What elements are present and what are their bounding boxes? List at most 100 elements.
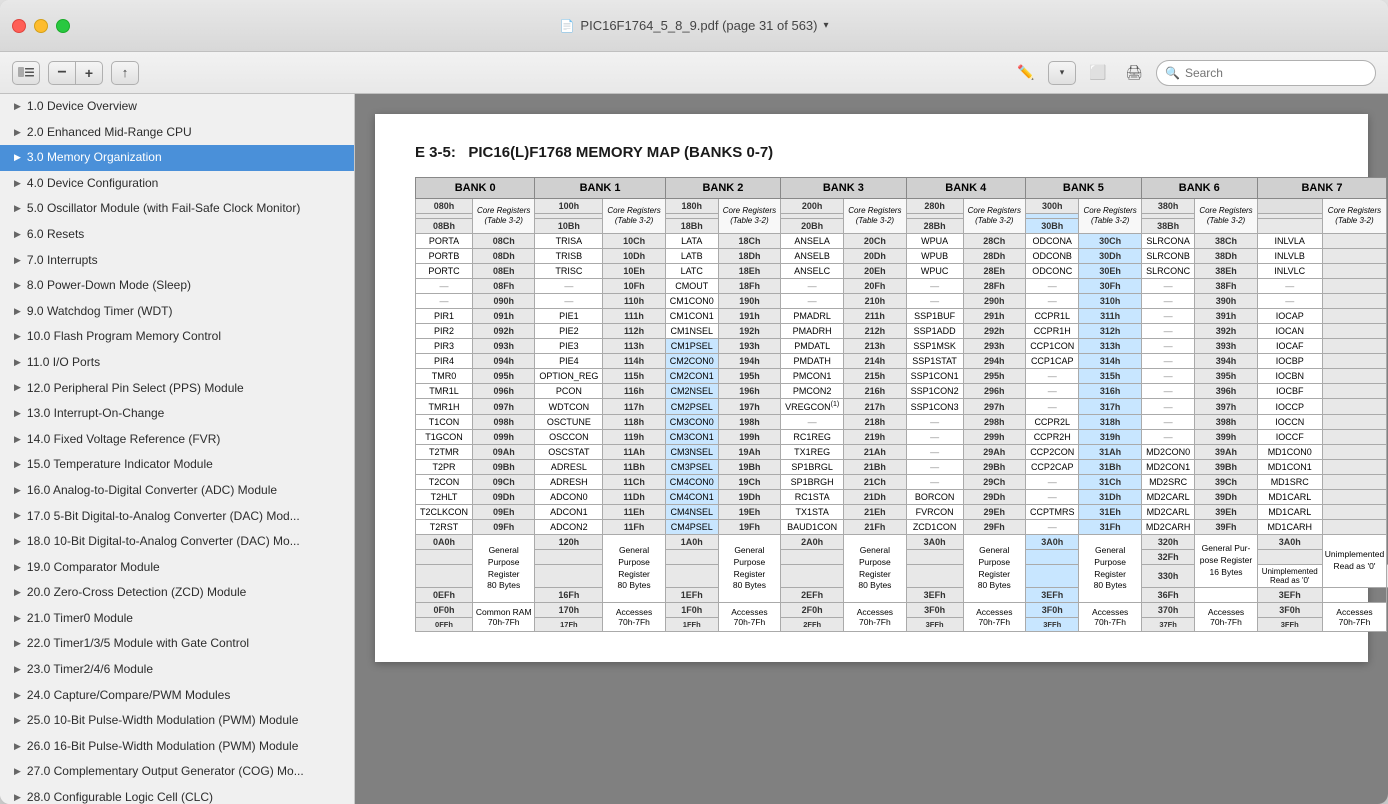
- sidebar-item-27[interactable]: ▶ 27.0 Complementary Output Generator (C…: [0, 759, 354, 785]
- sidebar-item-label: 6.0 Resets: [27, 227, 344, 243]
- sidebar-item-23[interactable]: ▶ 23.0 Timer2/4/6 Module: [0, 657, 354, 683]
- sidebar-item-label: 16.0 Analog-to-Digital Converter (ADC) M…: [27, 483, 344, 499]
- arrow-icon: ▶: [14, 152, 21, 164]
- search-box[interactable]: 🔍: [1156, 60, 1376, 86]
- sidebar-item-label: 18.0 10-Bit Digital-to-Analog Converter …: [27, 534, 344, 550]
- arrow-icon: ▶: [14, 485, 21, 497]
- sidebar-item-label: 19.0 Comparator Module: [27, 560, 344, 576]
- sidebar-item-label: 22.0 Timer1/3/5 Module with Gate Control: [27, 636, 344, 652]
- sidebar-item-label: 21.0 Timer0 Module: [27, 611, 344, 627]
- app-window: 📄 PIC16F1764_5_8_9.pdf (page 31 of 563) …: [0, 0, 1388, 804]
- bank2-header: BANK 2: [665, 178, 780, 199]
- zoom-in-button[interactable]: +: [75, 61, 103, 85]
- sidebar-item-label: 26.0 16-Bit Pulse-Width Modulation (PWM)…: [27, 739, 344, 755]
- close-button[interactable]: [12, 19, 26, 33]
- table-row: PORTB08Dh TRISB10Dh LATB18Dh ANSELB20Dh …: [416, 249, 1388, 264]
- table-row: 0A0h GeneralPurposeRegister80 Bytes 120h…: [416, 535, 1388, 550]
- sidebar-item-14[interactable]: ▶ 14.0 Fixed Voltage Reference (FVR): [0, 427, 354, 453]
- sidebar-toggle-button[interactable]: [12, 61, 40, 85]
- sidebar-item-9[interactable]: ▶ 9.0 Watchdog Timer (WDT): [0, 299, 354, 325]
- zoom-out-button[interactable]: −: [48, 61, 76, 85]
- zoom-controls: − +: [48, 61, 103, 85]
- table-row: TMR1L096h PCON116h CM2NSEL196h PMCON2216…: [416, 384, 1388, 399]
- sidebar-item-4[interactable]: ▶ 4.0 Device Configuration: [0, 171, 354, 197]
- bank1-header: BANK 1: [535, 178, 665, 199]
- sidebar-item-5[interactable]: ▶ 5.0 Oscillator Module (with Fail-Safe …: [0, 196, 354, 222]
- sidebar-item-11[interactable]: ▶ 11.0 I/O Ports: [0, 350, 354, 376]
- sidebar-item-16[interactable]: ▶ 16.0 Analog-to-Digital Converter (ADC)…: [0, 478, 354, 504]
- table-row: PORTA08Ch TRISA10Ch LATA18Ch ANSELA20Ch …: [416, 234, 1388, 249]
- sidebar-item-label: 28.0 Configurable Logic Cell (CLC): [27, 790, 344, 804]
- pdf-page: E 3-5: PIC16(L)F1768 MEMORY MAP (BANKS 0…: [375, 114, 1368, 662]
- arrow-icon: ▶: [14, 229, 21, 241]
- arrow-icon: ▶: [14, 792, 21, 804]
- sidebar-item-20[interactable]: ▶ 20.0 Zero-Cross Detection (ZCD) Module: [0, 580, 354, 606]
- arrow-icon: ▶: [14, 178, 21, 190]
- sidebar-item-6[interactable]: ▶ 6.0 Resets: [0, 222, 354, 248]
- sidebar-item-10[interactable]: ▶ 10.0 Flash Program Memory Control: [0, 324, 354, 350]
- sidebar: ▶ 1.0 Device Overview ▶ 2.0 Enhanced Mid…: [0, 94, 355, 804]
- share-sheet-button[interactable]: ⬜: [1084, 61, 1112, 85]
- sidebar-item-8[interactable]: ▶ 8.0 Power-Down Mode (Sleep): [0, 273, 354, 299]
- sidebar-item-7[interactable]: ▶ 7.0 Interrupts: [0, 248, 354, 274]
- table-row: T2PR09Bh ADRESL11Bh CM3PSEL19Bh SP1BRGL2…: [416, 460, 1388, 475]
- bank4-header: BANK 4: [906, 178, 1025, 199]
- sidebar-item-28[interactable]: ▶ 28.0 Configurable Logic Cell (CLC): [0, 785, 354, 804]
- arrow-icon: ▶: [14, 510, 21, 522]
- sidebar-item-1[interactable]: ▶ 1.0 Device Overview: [0, 94, 354, 120]
- main-area: ▶ 1.0 Device Overview ▶ 2.0 Enhanced Mid…: [0, 94, 1388, 804]
- sidebar-item-18[interactable]: ▶ 18.0 10-Bit Digital-to-Analog Converte…: [0, 529, 354, 555]
- memory-map-table: BANK 0 BANK 1 BANK 2 BANK 3 BANK 4 BANK …: [415, 177, 1388, 632]
- table-row: 0F0h Common RAM70h-7Fh 170h Accesses70h-…: [416, 603, 1388, 618]
- pdf-viewer[interactable]: E 3-5: PIC16(L)F1768 MEMORY MAP (BANKS 0…: [355, 94, 1388, 804]
- sidebar-item-17[interactable]: ▶ 17.0 5-Bit Digital-to-Analog Converter…: [0, 504, 354, 530]
- bank6-header: BANK 6: [1141, 178, 1257, 199]
- arrow-icon: ▶: [14, 638, 21, 650]
- bank5-header: BANK 5: [1025, 178, 1141, 199]
- sidebar-item-label: 25.0 10-Bit Pulse-Width Modulation (PWM)…: [27, 713, 344, 729]
- arrow-icon: ▶: [14, 715, 21, 727]
- table-row: PIR1091h PIE1111h CM1CON1191h PMADRL211h…: [416, 309, 1388, 324]
- sidebar-item-label: 3.0 Memory Organization: [27, 150, 344, 166]
- window-title: 📄 PIC16F1764_5_8_9.pdf (page 31 of 563) …: [559, 18, 828, 33]
- sidebar-item-24[interactable]: ▶ 24.0 Capture/Compare/PWM Modules: [0, 683, 354, 709]
- bank7-header: BANK 7: [1257, 178, 1387, 199]
- bank0-header: BANK 0: [416, 178, 535, 199]
- table-row: T1CON098h OSCTUNE118h CM3CON0198h —218h …: [416, 415, 1388, 430]
- print-button[interactable]: 🖨: [1120, 61, 1148, 85]
- table-row: PIR4094h PIE4114h CM2CON0194h PMDATH214h…: [416, 354, 1388, 369]
- arrow-icon: ▶: [14, 459, 21, 471]
- arrow-icon: ▶: [14, 255, 21, 267]
- bank3-header: BANK 3: [781, 178, 906, 199]
- arrow-icon: ▶: [14, 203, 21, 215]
- arrow-icon: ▶: [14, 408, 21, 420]
- share-button[interactable]: ↑: [111, 61, 139, 85]
- arrow-icon: ▶: [14, 331, 21, 343]
- sidebar-item-label: 23.0 Timer2/4/6 Module: [27, 662, 344, 678]
- table-row: TMR1H097h WDTCON117h CM2PSEL197h VREGCON…: [416, 399, 1388, 415]
- sidebar-item-3[interactable]: ▶ 3.0 Memory Organization: [0, 145, 354, 171]
- sidebar-item-19[interactable]: ▶ 19.0 Comparator Module: [0, 555, 354, 581]
- sidebar-item-label: 17.0 5-Bit Digital-to-Analog Converter (…: [27, 509, 344, 525]
- sidebar-item-label: 15.0 Temperature Indicator Module: [27, 457, 344, 473]
- search-input[interactable]: [1185, 66, 1355, 80]
- arrow-icon: ▶: [14, 562, 21, 574]
- table-row: T2CON09Ch ADRESH11Ch CM4CON019Ch SP1BRGH…: [416, 475, 1388, 490]
- sidebar-item-label: 13.0 Interrupt-On-Change: [27, 406, 344, 422]
- sidebar-item-15[interactable]: ▶ 15.0 Temperature Indicator Module: [0, 452, 354, 478]
- table-row: T2CLKCON09Eh ADCON111Eh CM4NSEL19Eh TX1S…: [416, 505, 1388, 520]
- sidebar-item-12[interactable]: ▶ 12.0 Peripheral Pin Select (PPS) Modul…: [0, 376, 354, 402]
- table-row: T2TMR09Ah OSCSTAT11Ah CM3NSEL19Ah TX1REG…: [416, 445, 1388, 460]
- sidebar-item-13[interactable]: ▶ 13.0 Interrupt-On-Change: [0, 401, 354, 427]
- sidebar-item-26[interactable]: ▶ 26.0 16-Bit Pulse-Width Modulation (PW…: [0, 734, 354, 760]
- minimize-button[interactable]: [34, 19, 48, 33]
- sidebar-item-21[interactable]: ▶ 21.0 Timer0 Module: [0, 606, 354, 632]
- annotate-button[interactable]: ✏️: [1012, 61, 1040, 85]
- annotate-dropdown[interactable]: ▾: [1048, 61, 1076, 85]
- maximize-button[interactable]: [56, 19, 70, 33]
- arrow-icon: ▶: [14, 127, 21, 139]
- sidebar-item-25[interactable]: ▶ 25.0 10-Bit Pulse-Width Modulation (PW…: [0, 708, 354, 734]
- sidebar-item-2[interactable]: ▶ 2.0 Enhanced Mid-Range CPU: [0, 120, 354, 146]
- sidebar-item-22[interactable]: ▶ 22.0 Timer1/3/5 Module with Gate Contr…: [0, 631, 354, 657]
- arrow-icon: ▶: [14, 434, 21, 446]
